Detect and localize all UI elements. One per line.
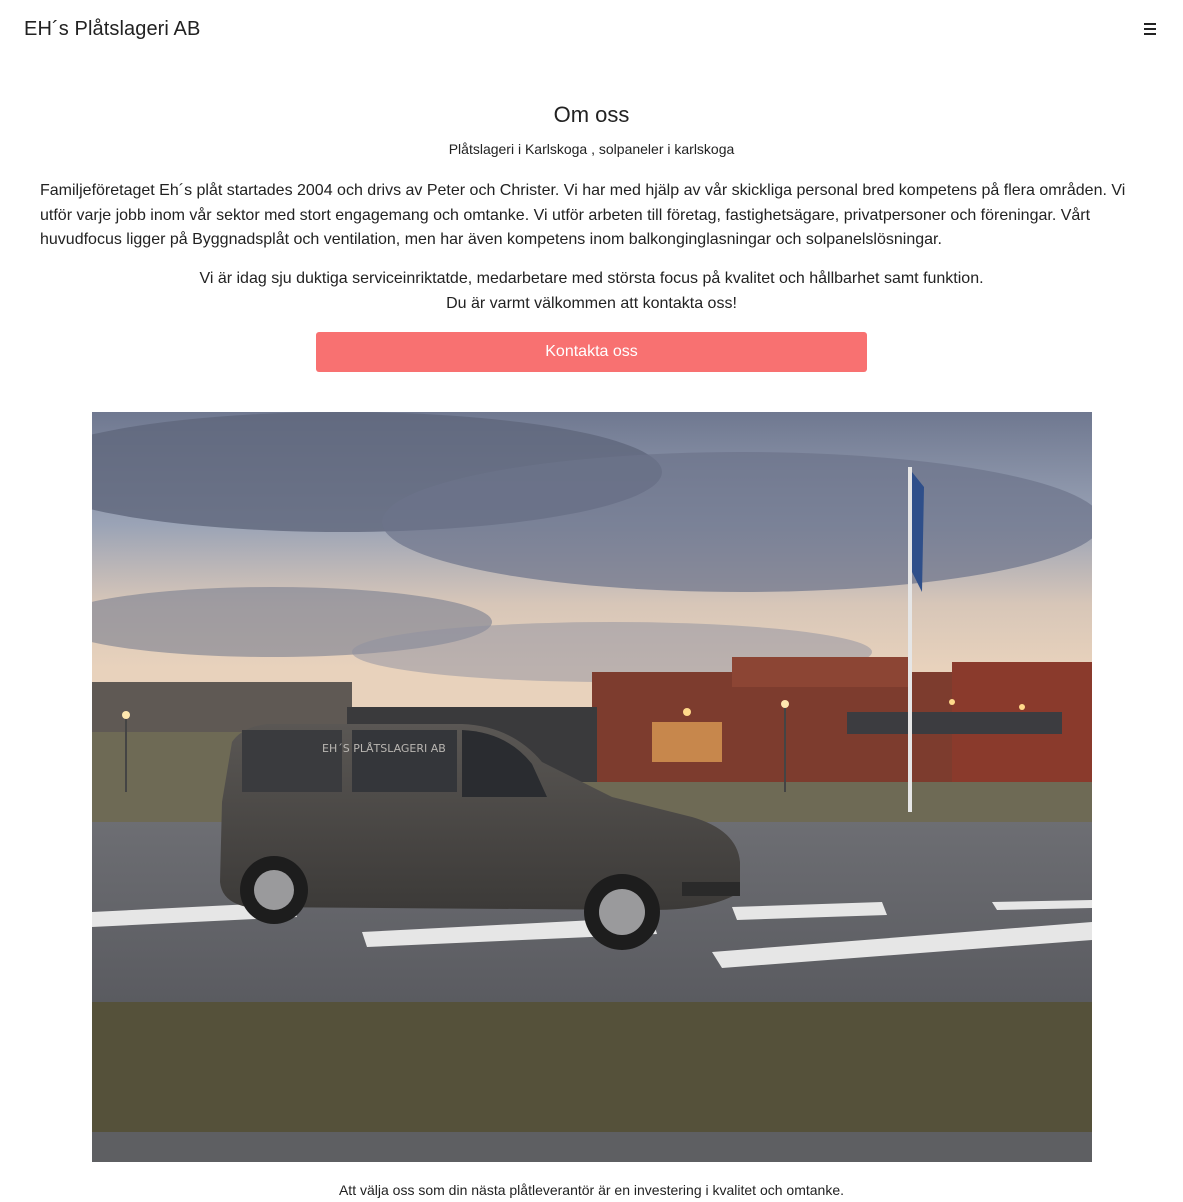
- mission-line-2: Du är varmt välkommen att kontakta oss!: [446, 294, 737, 312]
- site-header: EH´s Plåtslageri AB: [0, 0, 1183, 60]
- van-lettering: EH´S PLÅTSLAGERI AB: [322, 742, 446, 755]
- intro-paragraph: Familjeföretaget Eh´s plåt startades 200…: [40, 182, 1126, 248]
- hamburger-menu-icon[interactable]: [1142, 20, 1160, 38]
- page-title: Om oss: [553, 102, 630, 127]
- photo-caption: Att välja oss som din nästa plåtleverant…: [338, 1182, 845, 1198]
- mission-line-1: Vi är idag sju duktiga serviceinriktatde…: [199, 270, 984, 287]
- contact-us-button[interactable]: Kontakta oss: [316, 332, 867, 372]
- brand-logo-text[interactable]: EH´s Plåtslageri AB: [24, 18, 200, 41]
- company-van-photo: EH´S PLÅTSLAGERI AB: [92, 412, 1092, 1162]
- mission-text: Vi är idag sju duktiga serviceinriktatde…: [0, 267, 1183, 316]
- page-subtitle: Plåtslageri i Karlskoga , solpaneler i k…: [448, 141, 735, 157]
